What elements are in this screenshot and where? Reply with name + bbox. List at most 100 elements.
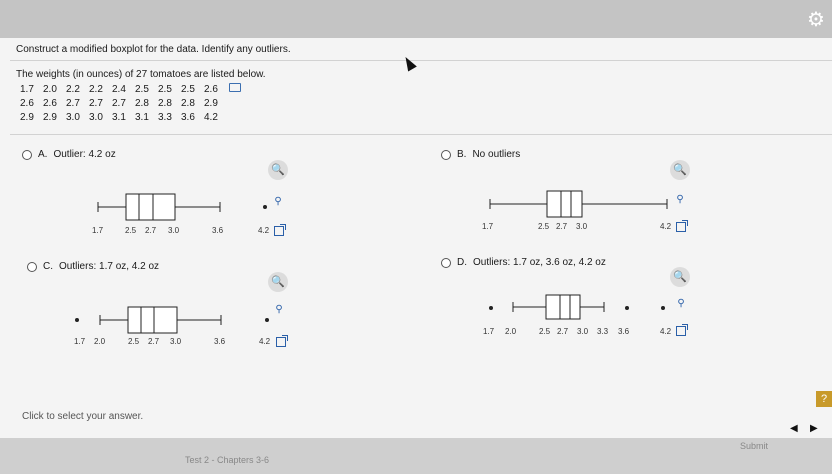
data-value: 2.8 — [181, 98, 195, 109]
option-c[interactable]: C. Outliers: 1.7 oz, 4.2 oz — [27, 261, 159, 272]
tick-label: 4.2 — [660, 327, 672, 336]
click-to-select-prompt: Click to select your answer. — [22, 411, 144, 422]
tick-label: 2.7 — [145, 226, 157, 235]
tick-label: 4.2 — [660, 222, 672, 231]
tick-label: 2.7 — [557, 327, 569, 336]
tick-label: 2.0 — [505, 327, 517, 336]
data-value: 2.8 — [135, 98, 149, 109]
data-value: 3.0 — [89, 112, 103, 123]
data-value: 2.2 — [89, 84, 103, 95]
tick-label: 1.7 — [482, 222, 494, 231]
data-row: 2.6 2.6 2.7 2.7 2.7 2.8 2.8 2.8 2.9 — [20, 97, 241, 111]
radio-button[interactable] — [27, 261, 37, 272]
boxplot-a — [97, 193, 221, 221]
magnifier-icon[interactable]: 🔍 — [670, 160, 690, 180]
data-value: 3.1 — [112, 112, 126, 123]
tick-label: 2.5 — [125, 226, 137, 235]
tick-label: 3.0 — [170, 337, 182, 346]
tick-label: 3.0 — [576, 222, 588, 231]
outlier-point — [625, 306, 629, 310]
data-value: 2.6 — [20, 98, 34, 109]
option-b[interactable]: B. No outliers — [441, 149, 520, 160]
tick-label: 2.5 — [539, 327, 551, 336]
option-d[interactable]: D. Outliers: 1.7 oz, 3.6 oz, 4.2 oz — [441, 257, 606, 268]
data-value: 2.7 — [112, 98, 126, 109]
data-value: 2.7 — [89, 98, 103, 109]
outlier-point — [265, 318, 269, 322]
data-value: 2.4 — [112, 84, 126, 95]
next-arrow-icon[interactable]: ▶ — [810, 423, 818, 434]
option-text: Outliers: 1.7 oz, 4.2 oz — [59, 261, 160, 272]
data-value: 2.9 — [204, 98, 218, 109]
tick-label: 3.0 — [168, 226, 180, 235]
tick-label: 2.0 — [94, 337, 106, 346]
data-value: 3.6 — [181, 112, 195, 123]
data-row: 2.9 2.9 3.0 3.0 3.1 3.1 3.3 3.6 4.2 — [20, 111, 241, 125]
tick-label: 3.6 — [618, 327, 630, 336]
option-letter: C. — [43, 261, 53, 272]
option-letter: B. — [457, 149, 467, 160]
divider — [10, 60, 832, 61]
gear-icon[interactable]: ⚙ — [804, 10, 828, 30]
external-link-icon[interactable] — [274, 224, 286, 236]
data-value: 3.1 — [135, 112, 149, 123]
radio-button[interactable] — [441, 149, 451, 160]
radio-button[interactable] — [22, 149, 32, 160]
data-value: 3.0 — [66, 112, 80, 123]
magnifier-icon[interactable]: 🔍 — [268, 160, 288, 180]
data-value: 2.5 — [158, 84, 172, 95]
outlier-point — [489, 306, 493, 310]
magnifier-icon[interactable]: ⚲ — [273, 304, 285, 316]
outlier-point — [263, 205, 267, 209]
submit-label[interactable]: Submit — [740, 441, 768, 451]
tick-label: 3.0 — [577, 327, 589, 336]
data-value: 2.0 — [43, 84, 57, 95]
data-value: 2.6 — [43, 98, 57, 109]
help-button[interactable]: ? — [816, 391, 832, 407]
option-letter: A. — [38, 149, 48, 160]
previous-arrow-icon[interactable]: ◀ — [790, 423, 798, 434]
bottom-bar: Test 2 - Chapters 3-6 Submit ◀ ▶ — [0, 423, 832, 474]
data-value: 4.2 — [204, 112, 218, 123]
copy-icon[interactable] — [229, 83, 241, 92]
tick-label: 4.2 — [259, 337, 271, 346]
data-row: 1.7 2.0 2.2 2.2 2.4 2.5 2.5 2.5 2.6 — [20, 83, 241, 97]
data-value: 2.5 — [135, 84, 149, 95]
data-value: 3.3 — [158, 112, 172, 123]
question-instruction: Construct a modified boxplot for the dat… — [16, 44, 291, 55]
data-value: 2.7 — [66, 98, 80, 109]
data-table: 1.7 2.0 2.2 2.2 2.4 2.5 2.5 2.5 2.6 2.6 … — [20, 83, 241, 125]
boxplot-b — [489, 190, 668, 218]
radio-button[interactable] — [441, 257, 451, 268]
option-letter: D. — [457, 257, 467, 268]
data-value: 2.9 — [20, 112, 34, 123]
external-link-icon[interactable] — [676, 220, 688, 232]
tick-label: 1.7 — [74, 337, 86, 346]
tick-label: 3.6 — [212, 226, 224, 235]
top-bar: ⚙ — [0, 0, 832, 38]
option-a[interactable]: A. Outlier: 4.2 oz — [22, 149, 116, 160]
data-intro: The weights (in ounces) of 27 tomatoes a… — [16, 69, 266, 80]
data-value: 2.2 — [66, 84, 80, 95]
box-iqr — [546, 190, 583, 218]
magnifier-icon[interactable]: 🔍 — [268, 272, 288, 292]
box-iqr — [545, 294, 581, 320]
data-value: 2.5 — [181, 84, 195, 95]
tick-label: 2.5 — [538, 222, 550, 231]
tick-label: 4.2 — [258, 226, 270, 235]
external-link-icon[interactable] — [676, 324, 688, 336]
magnifier-icon[interactable]: ⚲ — [272, 196, 284, 208]
external-link-icon[interactable] — [276, 335, 288, 347]
divider — [10, 134, 832, 135]
tick-label: 1.7 — [92, 226, 104, 235]
magnifier-icon[interactable]: 🔍 — [670, 267, 690, 287]
box-iqr — [127, 306, 178, 334]
magnifier-icon[interactable]: ⚲ — [674, 194, 686, 206]
boxplot-d — [512, 294, 605, 320]
option-text: Outliers: 1.7 oz, 3.6 oz, 4.2 oz — [473, 257, 606, 268]
data-value: 1.7 — [20, 84, 34, 95]
outlier-point — [661, 306, 665, 310]
assignment-name[interactable]: Test 2 - Chapters 3-6 — [185, 455, 269, 465]
magnifier-icon[interactable]: ⚲ — [675, 298, 687, 310]
tick-label: 2.7 — [148, 337, 160, 346]
